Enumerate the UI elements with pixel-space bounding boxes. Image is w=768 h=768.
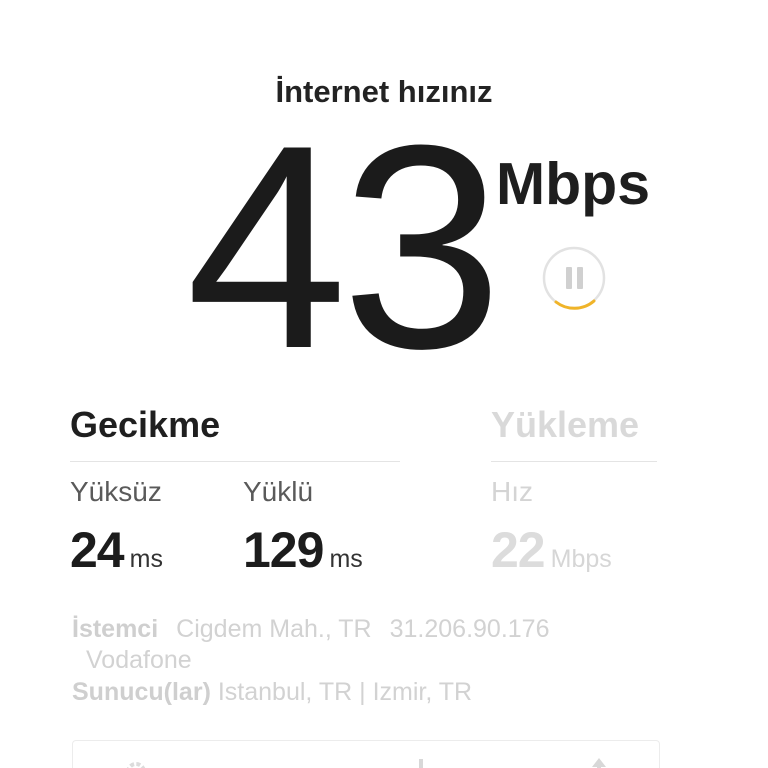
speed-unit: Mbps: [496, 151, 651, 217]
server-label: Sunucu(lar): [72, 678, 211, 706]
latency-heading: Gecikme: [70, 404, 221, 445]
client-ip: 31.206.90.176: [389, 615, 550, 643]
server-info: Sunucu(lar) Istanbul, TR | Izmir, TR: [72, 678, 472, 707]
client-info: İstemci Cigdem Mah., TR 31.206.90.176: [72, 615, 550, 644]
client-label: İstemci: [72, 615, 159, 643]
arrow-down-icon: [419, 759, 423, 768]
loaded-latency-value: 129 ms: [243, 521, 363, 579]
loaded-latency-label: Yüklü: [243, 476, 314, 507]
upload-heading: Yükleme: [491, 404, 640, 445]
upload-speed-value: 22 Mbps: [491, 521, 612, 579]
server-locations: Istanbul, TR | Izmir, TR: [217, 678, 473, 706]
speed-test-page: İnternet hızınız 43 Mbps Gecikme Yüksüz …: [0, 0, 768, 768]
speed-value: 43: [186, 85, 503, 409]
loaded-latency-unit: ms: [329, 545, 363, 573]
pause-icon: [542, 246, 606, 310]
loaded-latency-number: 129: [243, 522, 324, 578]
arrow-up-icon: [592, 758, 606, 768]
upload-speed-unit: Mbps: [550, 545, 612, 573]
unloaded-latency-number: 24: [70, 522, 125, 578]
client-isp: Vodafone: [86, 646, 192, 674]
upload-speed-label: Hız: [491, 476, 533, 507]
gear-icon: [126, 762, 146, 768]
pause-button[interactable]: [542, 246, 606, 310]
settings-bar[interactable]: [72, 740, 660, 768]
upload-speed-number: 22: [491, 522, 546, 578]
latency-divider: [70, 461, 400, 462]
client-location: Cigdem Mah., TR: [176, 615, 372, 643]
unloaded-latency-label: Yüksüz: [70, 476, 162, 507]
unloaded-latency-value: 24 ms: [70, 521, 163, 579]
upload-divider: [491, 461, 657, 462]
unloaded-latency-unit: ms: [129, 545, 163, 573]
